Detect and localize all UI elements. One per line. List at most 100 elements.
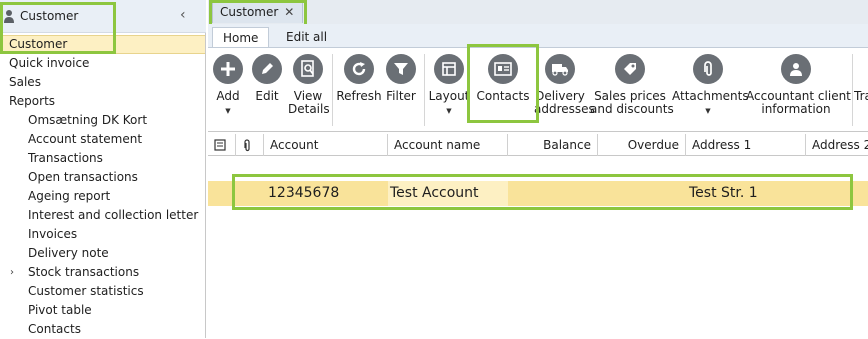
sidebar-item-label: Interest and collection letter	[28, 208, 199, 222]
sidebar-item-ageing-report[interactable]: Ageing report	[0, 187, 205, 206]
tab-home-label: Home	[223, 31, 259, 45]
ribbon-separator	[852, 54, 853, 126]
ribbon-tab-strip: Home Edit all	[208, 24, 868, 48]
note-icon[interactable]	[208, 134, 236, 156]
sales-prices-label-2: and discounts	[590, 102, 674, 116]
cell-address1[interactable]: Test Str. 1	[689, 181, 799, 206]
refresh-button[interactable]: Refresh	[336, 52, 382, 130]
sidebar-item-customer-statistics[interactable]: Customer statistics	[0, 282, 205, 301]
layout-icon	[434, 54, 464, 84]
person-icon	[4, 9, 14, 23]
sidebar-item-label: Delivery note	[28, 246, 109, 260]
sidebar-item-pivot-table[interactable]: Pivot table	[0, 301, 205, 320]
sidebar-item-label: Customer statistics	[28, 284, 144, 298]
sidebar-item-label: Contacts	[28, 322, 81, 336]
document-tab-strip: Customer ✕	[208, 0, 868, 24]
plus-icon	[213, 54, 243, 84]
navigation-panel: Customer ‹ Customer Quick invoice Sales Rep…	[0, 0, 206, 338]
ribbon-toolbar: Add ▼ Edit View Details Refresh Filter L…	[208, 47, 868, 132]
accountant-icon	[781, 54, 811, 84]
layout-label: Layout	[428, 89, 470, 103]
table-row[interactable]: 12345678 Test Account Test Str. 1	[208, 181, 868, 206]
sidebar-item-transactions[interactable]: Transactions	[0, 149, 205, 168]
column-header-overdue[interactable]: Overdue	[598, 134, 686, 156]
document-tab-label: Customer	[220, 5, 279, 19]
sidebar-item-label: Sales	[9, 75, 41, 89]
layout-button[interactable]: Layout ▼	[428, 52, 470, 130]
navigation-title: Customer	[20, 9, 79, 23]
sidebar-item-sales[interactable]: Sales	[0, 73, 205, 92]
ribbon-separator	[424, 54, 425, 126]
sidebar-item-open-transactions[interactable]: Open transactions	[0, 168, 205, 187]
pencil-icon	[252, 54, 282, 84]
sidebar-item-label: Pivot table	[28, 303, 92, 317]
sidebar-item-reports[interactable]: Reports	[0, 92, 205, 111]
document-tab-customer[interactable]: Customer ✕	[212, 1, 304, 23]
attachments-button[interactable]: Attachments ▼	[672, 52, 749, 130]
accountant-label-2: information	[761, 102, 831, 116]
column-header-account-name[interactable]: Account name	[388, 134, 508, 156]
sidebar-item-label: Invoices	[28, 227, 78, 241]
cell-account[interactable]: 12345678	[268, 181, 384, 206]
delivery-addresses-button[interactable]: Delivery addresses	[534, 52, 595, 130]
sidebar-item-label: Ageing report	[28, 189, 111, 203]
transactions-button-partial[interactable]: Tra	[854, 52, 868, 130]
grid-header: Account Account name Balance Overdue Add…	[208, 134, 868, 156]
sidebar-item-label: Quick invoice	[9, 56, 90, 70]
sidebar-item-account-statement[interactable]: Account statement	[0, 130, 205, 149]
filter-button[interactable]: Filter	[384, 52, 418, 130]
sidebar-item-contacts[interactable]: Contacts	[0, 320, 205, 339]
sidebar-item-interest-and-collection-letter[interactable]: Interest and collection letter	[0, 206, 205, 225]
sidebar-item-invoices[interactable]: Invoices	[0, 225, 205, 244]
close-icon[interactable]: ✕	[284, 5, 294, 19]
refresh-label: Refresh	[336, 89, 382, 103]
contact-card-icon	[488, 54, 518, 84]
refresh-icon	[344, 54, 374, 84]
attachments-dropdown-icon: ▼	[705, 107, 711, 115]
edit-label: Edit	[255, 89, 279, 103]
sidebar-item-label: Transactions	[28, 151, 103, 165]
sidebar-item-omsætning-dk-kort[interactable]: Omsætning DK Kort	[0, 111, 205, 130]
funnel-icon	[386, 54, 416, 84]
sidebar-item-customer[interactable]: Customer	[0, 35, 205, 54]
sidebar-item-stock-transactions[interactable]: › Stock transactions	[0, 263, 205, 282]
magnifier-document-icon	[293, 54, 323, 84]
sidebar-item-label: Reports	[9, 94, 56, 108]
contacts-button[interactable]: Contacts	[476, 52, 530, 130]
sidebar-item-label: Customer	[9, 37, 68, 51]
price-tag-icon	[615, 54, 645, 84]
sidebar-item-label: Stock transactions	[28, 265, 140, 279]
transactions-label-partial: Tra	[854, 89, 868, 103]
column-header-address1[interactable]: Address 1	[686, 134, 806, 156]
sidebar-item-label: Omsætning DK Kort	[28, 113, 148, 127]
chevron-right-icon[interactable]: ›	[10, 263, 14, 282]
contacts-label: Contacts	[476, 89, 530, 103]
sales-prices-button[interactable]: Sales prices and discounts	[590, 52, 674, 130]
paperclip-icon	[693, 54, 723, 84]
tab-home[interactable]: Home	[212, 27, 270, 48]
add-button[interactable]: Add ▼	[210, 52, 246, 130]
filter-label: Filter	[386, 89, 416, 103]
cell-account-name[interactable]: Test Account	[388, 181, 508, 206]
column-header-account[interactable]: Account	[264, 134, 388, 156]
column-header-address2[interactable]: Address 2	[806, 134, 868, 156]
attachments-label: Attachments	[672, 89, 749, 103]
ribbon-separator	[332, 54, 333, 126]
view-details-label-2: Details	[288, 102, 330, 116]
accountant-client-info-button[interactable]: Accountant client information	[746, 52, 851, 130]
edit-button[interactable]: Edit	[250, 52, 284, 130]
sidebar-item-label: Account statement	[28, 132, 143, 146]
sidebar-item-quick-invoice[interactable]: Quick invoice	[0, 54, 205, 73]
delivery-truck-icon	[545, 54, 575, 84]
sidebar-item-label: Open transactions	[28, 170, 138, 184]
tab-edit-all[interactable]: Edit all	[276, 27, 337, 48]
collapse-panel-icon[interactable]: ‹	[180, 7, 186, 23]
navigation-header: Customer ‹	[0, 0, 206, 33]
layout-dropdown-icon: ▼	[446, 107, 452, 115]
paperclip-icon[interactable]	[236, 134, 264, 156]
add-label: Add	[216, 89, 240, 103]
tab-edit-all-label: Edit all	[286, 30, 328, 44]
sidebar-item-delivery-note[interactable]: Delivery note	[0, 244, 205, 263]
view-details-button[interactable]: View Details	[288, 52, 330, 130]
column-header-balance[interactable]: Balance	[508, 134, 598, 156]
